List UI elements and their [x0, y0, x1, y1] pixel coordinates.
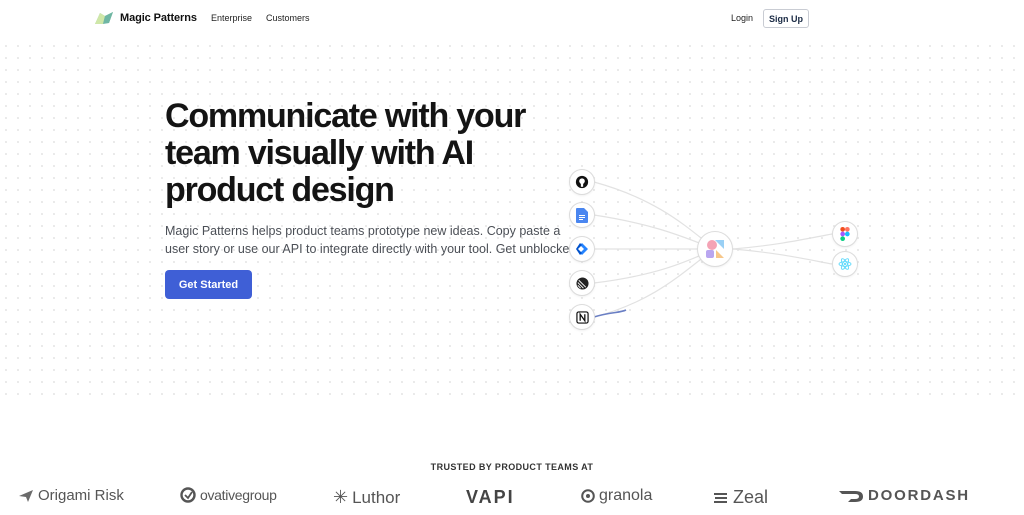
login-link[interactable]: Login [731, 13, 753, 23]
ovative-mark-icon [180, 487, 196, 503]
origami-mark-icon [19, 489, 33, 502]
integration-graph [560, 160, 880, 340]
logo-zeal-text: Zeal [733, 487, 769, 507]
logo-granola: granola [581, 487, 652, 505]
logo-vapi-text: VAPI [466, 487, 515, 507]
nav-link-enterprise[interactable]: Enterprise [211, 13, 252, 23]
logo-granola-text: granola [599, 487, 653, 504]
nav-link-customers[interactable]: Customers [266, 13, 310, 23]
figma-icon [832, 221, 858, 247]
react-icon [832, 251, 858, 277]
hero-title: Communicate with your team visually with… [165, 97, 526, 209]
magic-patterns-logo-icon [95, 12, 113, 24]
brand[interactable]: Magic Patterns [94, 10, 197, 26]
linear-icon [569, 270, 595, 296]
hero-subtitle: Magic Patterns helps product teams proto… [165, 224, 580, 256]
logo-zeal: Zeal [713, 487, 768, 508]
jira-icon [569, 236, 595, 262]
trusted-by-label: TRUSTED BY PRODUCT TEAMS AT [430, 462, 594, 472]
granola-mark-icon [581, 489, 595, 503]
doordash-mark-icon [839, 490, 863, 502]
github-icon [569, 169, 595, 195]
logo-doordash: DOORDASH [838, 487, 970, 504]
magic-patterns-hub-icon [697, 231, 733, 267]
brand-name: Magic Patterns [120, 12, 197, 24]
logo-origami-text: Origami Risk [38, 487, 124, 504]
logo-ovative-text: ovativegroup [200, 487, 277, 503]
signup-button[interactable]: Sign Up [763, 9, 809, 28]
get-started-button[interactable]: Get Started [165, 270, 252, 299]
top-nav: Magic Patterns Enterprise Customers Logi… [0, 0, 1024, 38]
logo-ovative-group: ovativegroup [180, 487, 277, 503]
logo-vapi: VAPI [466, 487, 515, 508]
logo-luthor-text: Luthor [352, 487, 401, 507]
luthor-mark-icon: ✳ [333, 487, 349, 507]
google-docs-icon [569, 202, 595, 228]
notion-icon [569, 304, 595, 330]
logo-origami-risk: Origami Risk [18, 487, 124, 504]
logo-doordash-text: DOORDASH [868, 487, 970, 504]
zeal-mark-icon [714, 492, 727, 503]
logo-luthor: ✳ Luthor [333, 487, 400, 508]
